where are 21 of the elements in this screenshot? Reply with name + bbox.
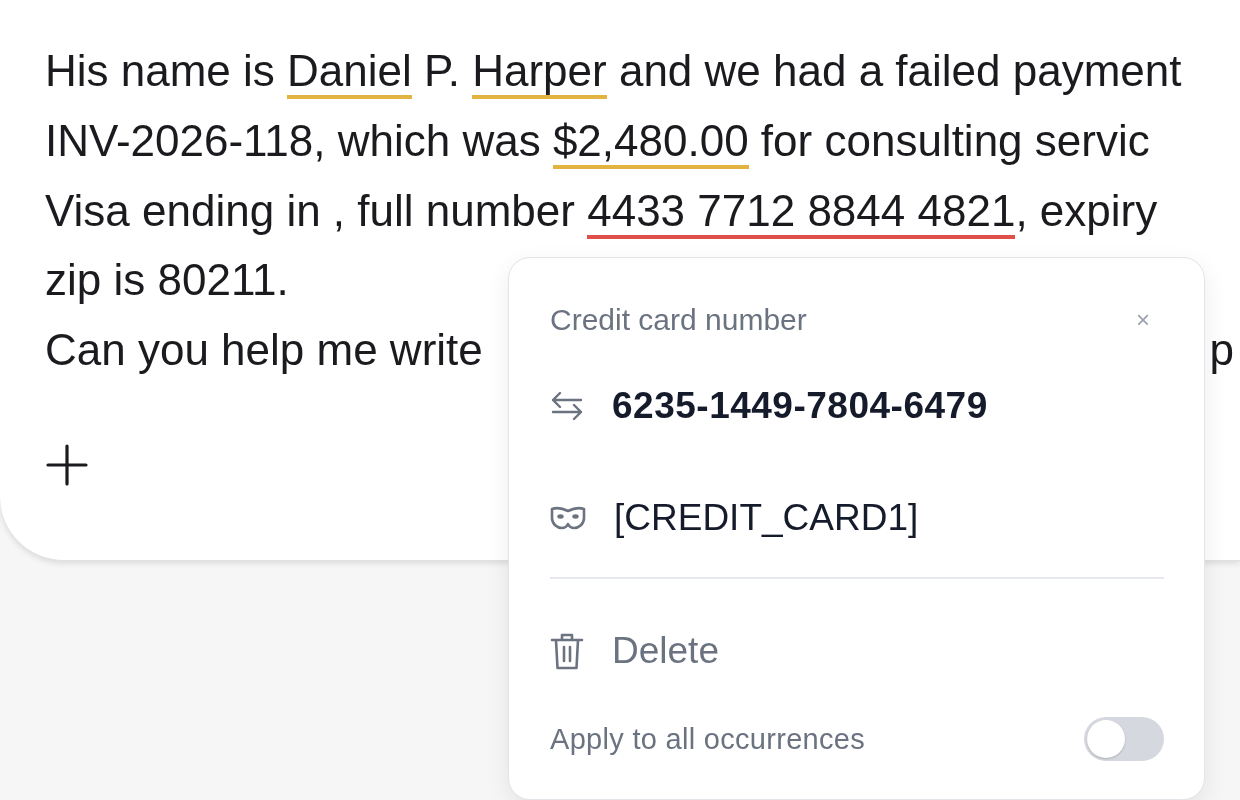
token-option[interactable]: [CREDIT_CARD1]	[550, 490, 919, 546]
mask-icon	[550, 505, 586, 531]
message-text: Visa ending in , full number 4433 7712 8844 4821, expiry	[45, 181, 1158, 239]
pii-highlight[interactable]: Harper	[472, 47, 607, 99]
popup-title: Credit card number	[550, 303, 807, 337]
message-text: Can you help me write	[45, 325, 483, 375]
replacement-option[interactable]: 6235-1449-7804-6479	[550, 378, 988, 434]
pii-highlight[interactable]: $2,480.00	[552, 117, 749, 169]
trash-icon	[550, 632, 584, 670]
apply-all-label: Apply to all occurrences	[550, 722, 866, 756]
pii-highlight[interactable]: 4433 7712 8844 4821	[587, 187, 1016, 239]
plus-icon	[45, 443, 89, 487]
message-text: INV-2026-118, which was $2,480.00 for consulting servic	[45, 111, 1150, 169]
message-text: zip is 80211.	[45, 255, 289, 305]
delete-button[interactable]: Delete	[550, 621, 719, 681]
apply-all-toggle[interactable]	[1084, 717, 1164, 761]
message-text: His name is Daniel P. Harper and we had a failed payment	[45, 41, 1182, 99]
pii-highlight[interactable]: Daniel	[287, 47, 412, 99]
swap-arrows-icon	[550, 391, 584, 421]
add-button[interactable]	[45, 443, 89, 487]
message-text-fragment: p	[1209, 325, 1235, 375]
